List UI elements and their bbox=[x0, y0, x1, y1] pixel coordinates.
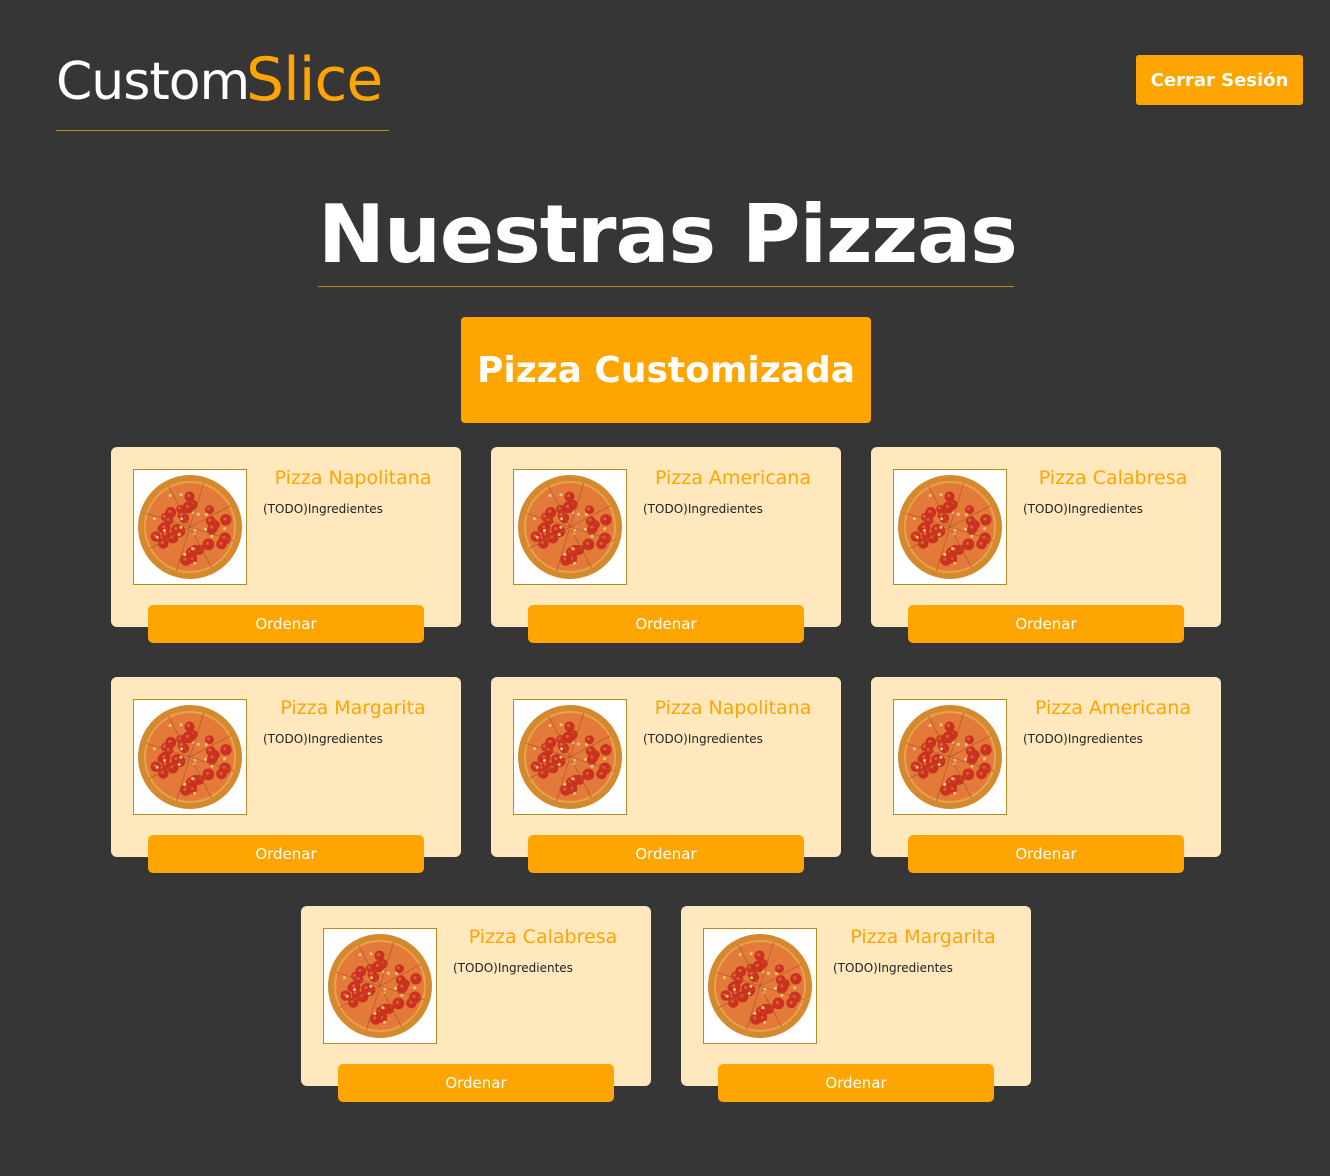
pizza-icon bbox=[138, 705, 242, 809]
pizza-image bbox=[513, 469, 627, 585]
logo-text-slice: Slice bbox=[246, 45, 383, 115]
pizza-name: Pizza Napolitana bbox=[274, 467, 432, 489]
pizza-name: Pizza Calabresa bbox=[468, 926, 618, 948]
pizza-description: (TODO)Ingredientes bbox=[263, 732, 383, 746]
pizza-description: (TODO)Ingredientes bbox=[833, 961, 953, 975]
pizza-image bbox=[133, 469, 247, 585]
order-button[interactable]: Ordenar bbox=[528, 835, 804, 873]
pizza-name: Pizza Americana bbox=[654, 467, 811, 489]
pizza-icon bbox=[328, 934, 432, 1038]
pizza-card: Pizza Americana (TODO)Ingredientes Orden… bbox=[491, 447, 841, 643]
pizza-card: Pizza Margarita (TODO)Ingredientes Orden… bbox=[681, 906, 1031, 1102]
order-button[interactable]: Ordenar bbox=[148, 605, 424, 643]
pizza-image bbox=[893, 469, 1007, 585]
order-button[interactable]: Ordenar bbox=[718, 1064, 994, 1102]
pizza-name: Pizza Americana bbox=[1034, 697, 1191, 719]
pizza-image bbox=[893, 699, 1007, 815]
pizza-description: (TODO)Ingredientes bbox=[643, 732, 763, 746]
page-title: Nuestras Pizzas bbox=[318, 185, 1018, 287]
pizza-description: (TODO)Ingredientes bbox=[453, 961, 573, 975]
pizza-card: Pizza Margarita (TODO)Ingredientes Orden… bbox=[111, 677, 461, 873]
pizza-image bbox=[133, 699, 247, 815]
pizza-name: Pizza Margarita bbox=[280, 697, 426, 719]
pizza-card: Pizza Napolitana (TODO)Ingredientes Orde… bbox=[111, 447, 461, 643]
pizza-card: Pizza Calabresa (TODO)Ingredientes Orden… bbox=[871, 447, 1221, 643]
order-button[interactable]: Ordenar bbox=[338, 1064, 614, 1102]
pizza-description: (TODO)Ingredientes bbox=[263, 502, 383, 516]
custom-pizza-button[interactable]: Pizza Customizada bbox=[461, 317, 871, 423]
pizza-icon bbox=[898, 705, 1002, 809]
pizza-name: Pizza Margarita bbox=[850, 926, 996, 948]
logo: Custom Slice bbox=[56, 50, 389, 131]
pizza-icon bbox=[518, 705, 622, 809]
pizza-description: (TODO)Ingredientes bbox=[1023, 732, 1143, 746]
logout-button[interactable]: Cerrar Sesión bbox=[1136, 55, 1303, 105]
order-button[interactable]: Ordenar bbox=[148, 835, 424, 873]
pizza-icon bbox=[518, 475, 622, 579]
pizza-name: Pizza Napolitana bbox=[654, 697, 812, 719]
order-button[interactable]: Ordenar bbox=[908, 835, 1184, 873]
pizza-description: (TODO)Ingredientes bbox=[643, 502, 763, 516]
order-button[interactable]: Ordenar bbox=[908, 605, 1184, 643]
order-button[interactable]: Ordenar bbox=[528, 605, 804, 643]
pizza-image bbox=[323, 928, 437, 1044]
logo-text-custom: Custom bbox=[56, 52, 250, 112]
pizza-icon bbox=[708, 934, 812, 1038]
pizza-image bbox=[703, 928, 817, 1044]
pizza-card: Pizza Calabresa (TODO)Ingredientes Orden… bbox=[301, 906, 651, 1102]
pizza-card: Pizza Napolitana (TODO)Ingredientes Orde… bbox=[491, 677, 841, 873]
pizza-card: Pizza Americana (TODO)Ingredientes Orden… bbox=[871, 677, 1221, 873]
pizza-image bbox=[513, 699, 627, 815]
pizza-name: Pizza Calabresa bbox=[1038, 467, 1188, 489]
pizza-icon bbox=[138, 475, 242, 579]
pizza-icon bbox=[898, 475, 1002, 579]
pizza-description: (TODO)Ingredientes bbox=[1023, 502, 1143, 516]
